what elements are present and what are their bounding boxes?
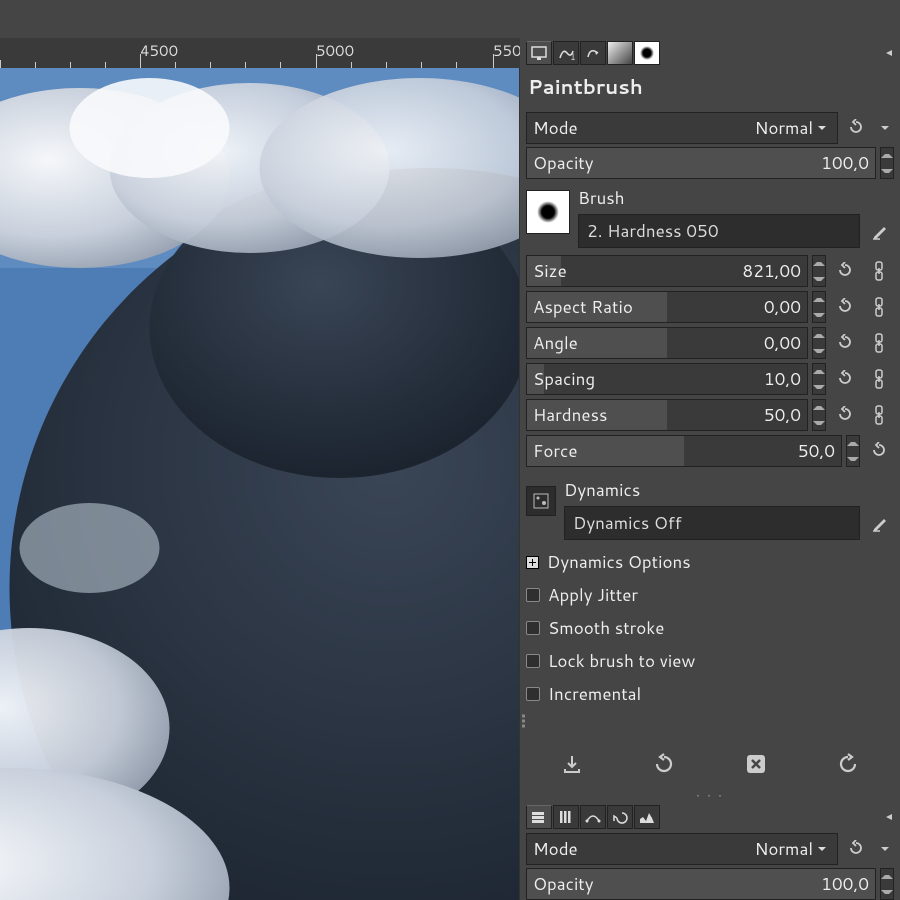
save-preset-button[interactable]	[554, 746, 590, 782]
brush-heading: Brush	[578, 186, 894, 210]
lock-brush-label: Lock brush to view	[548, 649, 695, 673]
smooth-stroke-checkbox[interactable]	[526, 621, 540, 635]
layer-opacity-slider[interactable]: Opacity 100,0	[526, 868, 876, 900]
spinner[interactable]	[812, 363, 826, 395]
dock-separator[interactable]: • • •	[526, 787, 894, 801]
expander-icon[interactable]	[526, 556, 539, 569]
spinner[interactable]	[812, 291, 826, 323]
spinner[interactable]	[812, 327, 826, 359]
slider-aspect-ratio[interactable]: Aspect Ratio0,00	[526, 291, 808, 323]
reset-preset-button[interactable]	[830, 746, 866, 782]
mode-value: Normal	[755, 116, 813, 140]
spinner[interactable]	[812, 255, 826, 287]
reset-aspect-ratio-button[interactable]	[830, 291, 860, 323]
layer-mode-reset-button[interactable]	[842, 833, 872, 865]
tab-undo-history[interactable]	[580, 41, 606, 65]
tab-brush-thumb[interactable]	[634, 41, 660, 65]
dock-menu-icon[interactable]	[884, 48, 894, 58]
slider-size[interactable]: Size821,00	[526, 255, 808, 287]
dynamics-icon[interactable]	[526, 486, 556, 516]
ruler-label: 4500	[140, 40, 178, 61]
layer-opacity-spinner[interactable]	[880, 868, 894, 900]
mode-dropdown[interactable]: Mode Normal	[526, 112, 838, 144]
apply-jitter-label: Apply Jitter	[548, 583, 638, 607]
link-hardness-button[interactable]	[864, 399, 894, 431]
horizontal-ruler: 4500 5000 550	[0, 38, 520, 68]
mode-label: Mode	[533, 116, 578, 140]
link-size-button[interactable]	[864, 255, 894, 287]
dynamics-edit-button[interactable]	[866, 506, 894, 540]
dynamics-options-label[interactable]: Dynamics Options	[547, 550, 691, 574]
mode-reset-button[interactable]	[842, 112, 872, 144]
canvas-image	[0, 68, 519, 900]
layer-mode-menu-button[interactable]	[876, 833, 894, 865]
dynamics-heading: Dynamics	[564, 478, 894, 502]
dynamics-value[interactable]: Dynamics Off	[564, 506, 860, 540]
tab-device-status[interactable]: 1	[553, 41, 579, 65]
tab-undo[interactable]	[607, 805, 633, 829]
reset-force-button[interactable]	[864, 435, 894, 467]
layer-mode-label: Mode	[533, 837, 578, 861]
tab-channels[interactable]	[553, 805, 579, 829]
ruler-label: 5000	[316, 40, 354, 61]
opacity-label: Opacity	[533, 151, 594, 175]
tool-options-dock: 1 Paintbrush Mode Normal	[520, 0, 900, 900]
brush-preview[interactable]	[526, 190, 570, 234]
tab-images[interactable]	[607, 41, 633, 65]
canvas-pane: 4500 5000 550	[0, 0, 520, 900]
reset-spacing-button[interactable]	[830, 363, 860, 395]
delete-preset-button[interactable]	[738, 746, 774, 782]
layer-mode-value: Normal	[755, 837, 813, 861]
link-spacing-button[interactable]	[864, 363, 894, 395]
spinner[interactable]	[846, 435, 860, 467]
tab-layers[interactable]	[526, 805, 552, 829]
layer-opacity-label: Opacity	[533, 872, 594, 896]
slider-spacing[interactable]: Spacing10,0	[526, 363, 808, 395]
opacity-slider[interactable]: Opacity 100,0	[526, 147, 876, 179]
spinner[interactable]	[812, 399, 826, 431]
layer-opacity-value: 100,0	[821, 872, 869, 896]
dock-menu-icon-lower[interactable]	[884, 812, 894, 822]
ruler-label: 550	[493, 40, 520, 61]
incremental-checkbox[interactable]	[526, 687, 540, 701]
reset-size-button[interactable]	[830, 255, 860, 287]
reset-angle-button[interactable]	[830, 327, 860, 359]
apply-jitter-checkbox[interactable]	[526, 588, 540, 602]
slider-hardness[interactable]: Hardness50,0	[526, 399, 808, 431]
tab-histogram[interactable]	[634, 805, 660, 829]
canvas-area[interactable]	[0, 68, 520, 900]
smooth-stroke-label: Smooth stroke	[548, 616, 664, 640]
tab-paths[interactable]	[580, 805, 606, 829]
tab-tool-options[interactable]	[526, 41, 552, 65]
reset-hardness-button[interactable]	[830, 399, 860, 431]
mode-menu-button[interactable]	[876, 112, 894, 144]
link-aspect-ratio-button[interactable]	[864, 291, 894, 323]
dock-tabs: 1	[526, 40, 894, 66]
chevron-down-icon	[813, 834, 831, 864]
restore-preset-button[interactable]	[646, 746, 682, 782]
incremental-label: Incremental	[548, 682, 641, 706]
brush-name[interactable]: 2. Hardness 050	[578, 214, 860, 248]
chevron-down-icon	[813, 113, 831, 143]
lock-brush-checkbox[interactable]	[526, 654, 540, 668]
layer-mode-dropdown[interactable]: Mode Normal	[526, 833, 838, 865]
opacity-spinner[interactable]	[880, 147, 894, 179]
link-angle-button[interactable]	[864, 327, 894, 359]
svg-text:1: 1	[570, 50, 575, 61]
tool-title: Paintbrush	[526, 69, 894, 109]
slider-force[interactable]: Force50,0	[526, 435, 842, 467]
slider-angle[interactable]: Angle0,00	[526, 327, 808, 359]
dock-drag-handle[interactable]	[522, 714, 525, 727]
opacity-value: 100,0	[821, 151, 869, 175]
brush-edit-button[interactable]	[866, 214, 894, 248]
window-topbar	[0, 0, 520, 38]
